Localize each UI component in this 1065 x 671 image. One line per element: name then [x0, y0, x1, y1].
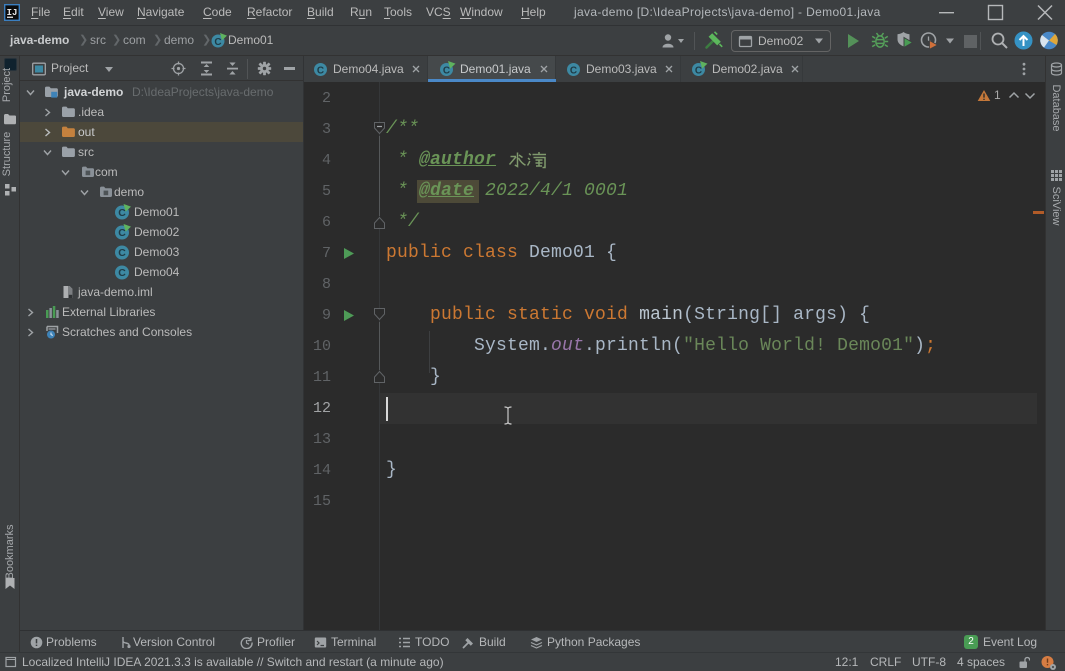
svg-text:C: C	[118, 267, 126, 279]
svg-text:IJ: IJ	[7, 8, 18, 18]
svg-text:C: C	[570, 65, 577, 76]
svg-text:C: C	[443, 65, 450, 76]
svg-text:C: C	[214, 37, 221, 48]
svg-text:C: C	[317, 65, 324, 76]
svg-text:C: C	[695, 65, 702, 76]
svg-text:C: C	[118, 247, 126, 259]
